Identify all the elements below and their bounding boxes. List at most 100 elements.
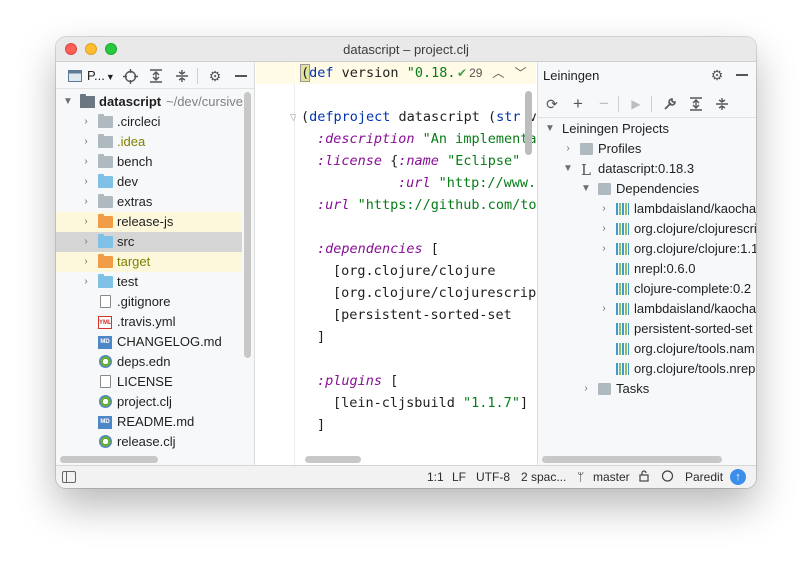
project-tree: ▼ datascript ~/dev/cursive › .circleci ›… [56, 89, 243, 453]
tree-item-bench[interactable]: › bench [56, 152, 242, 172]
chevron-down-icon[interactable]: ▼ [580, 179, 592, 199]
editor-gutter[interactable]: ▽ [256, 62, 297, 465]
chevron-right-icon[interactable]: › [562, 139, 574, 159]
hide-panel-icon[interactable] [232, 67, 250, 85]
refresh-icon[interactable]: ⟳ [543, 95, 561, 113]
tree-item-label: src [117, 234, 135, 249]
lein-item-dependencies[interactable]: ▼ Dependencies [538, 179, 756, 199]
chevron-right-icon[interactable]: › [580, 379, 592, 399]
tree-item-src[interactable]: › src [56, 232, 242, 252]
lein-item-dependency[interactable]: org.clojure/tools.nam [538, 339, 756, 359]
add-icon[interactable]: + [569, 94, 587, 113]
chevron-right-icon[interactable]: › [80, 112, 92, 132]
project-view-icon[interactable] [66, 67, 84, 85]
gear-icon[interactable]: ⚙ [708, 66, 726, 84]
tree-item-label: .idea [117, 134, 146, 149]
chevron-down-icon[interactable]: ▼ [62, 92, 74, 112]
code-token: [ [382, 373, 399, 389]
tree-item-readme[interactable]: MD README.md [56, 412, 242, 432]
chevron-right-icon[interactable]: › [598, 219, 610, 239]
leiningen-panel-title: Leiningen [543, 68, 600, 83]
tree-item-idea[interactable]: › .idea [56, 132, 242, 152]
collapse-all-icon[interactable] [713, 95, 731, 113]
update-icon[interactable]: ↑ [730, 469, 746, 485]
lein-item-tasks[interactable]: › Tasks [538, 379, 756, 399]
locate-icon[interactable] [121, 67, 139, 85]
lein-item-profiles[interactable]: › Profiles [538, 139, 756, 159]
lein-item-dependency[interactable]: persistent-sorted-set [538, 319, 756, 339]
inspection-widget[interactable]: ✔ 29 ︿ ﹀ [453, 62, 536, 84]
lein-item-dependency[interactable]: › org.clojure/clojurescript [538, 219, 756, 239]
file-encoding[interactable]: UTF-8 [476, 470, 510, 484]
gear-icon[interactable]: ⚙ [206, 67, 224, 85]
toggle-tool-windows-icon[interactable] [62, 471, 76, 483]
leiningen-horizontal-scrollbar[interactable] [542, 456, 722, 463]
lein-item-dependency[interactable]: › org.clojure/clojure:1.1 [538, 239, 756, 259]
editor-horizontal-scrollbar[interactable] [305, 456, 361, 463]
tree-item-label: deps.edn [117, 354, 171, 369]
tree-item-label: README.md [117, 414, 195, 429]
tree-item-travis-yml[interactable]: YML .travis.yml [56, 312, 242, 332]
tree-item-release-js[interactable]: › release-js [56, 212, 242, 232]
project-view-selector[interactable]: P...▼ [87, 68, 115, 83]
title-bar: datascript – project.clj [56, 37, 756, 62]
indent-setting[interactable]: 2 spac... [521, 470, 566, 484]
lein-item-label: org.clojure/clojurescript [634, 221, 756, 236]
tree-item-gitignore[interactable]: .gitignore [56, 292, 242, 312]
tree-item-license[interactable]: LICENSE [56, 372, 242, 392]
line-separator[interactable]: LF [452, 470, 466, 484]
editor-vertical-scrollbar[interactable] [525, 91, 532, 155]
chevron-right-icon[interactable]: › [598, 239, 610, 259]
chevron-right-icon[interactable]: › [80, 152, 92, 172]
git-branch[interactable]: master [593, 470, 630, 484]
tree-item-changelog[interactable]: MD CHANGELOG.md [56, 332, 242, 352]
run-icon[interactable]: ▶ [627, 95, 645, 113]
editor-mode[interactable]: Paredit [685, 470, 723, 484]
caret-position[interactable]: 1:1 [427, 470, 444, 484]
ide-window: datascript – project.clj P...▼ ⚙ ▼ datas… [56, 37, 756, 488]
tree-item-project-clj[interactable]: project.clj [56, 392, 242, 412]
speech-bubble-icon[interactable] [661, 470, 674, 485]
tree-item-target[interactable]: › target [56, 252, 242, 272]
lein-item-dependency[interactable]: › lambdaisland/kaocha [538, 199, 756, 219]
chevron-right-icon[interactable]: › [80, 272, 92, 292]
excluded-folder-icon [98, 214, 113, 228]
expand-all-icon[interactable] [687, 95, 705, 113]
project-horizontal-scrollbar[interactable] [60, 456, 158, 463]
chevron-down-icon[interactable]: ▼ [544, 119, 556, 139]
lock-icon[interactable] [639, 470, 649, 485]
chevron-right-icon[interactable]: › [80, 132, 92, 152]
module-folder-icon [80, 94, 95, 108]
project-vertical-scrollbar[interactable] [244, 92, 251, 358]
chevron-up-icon[interactable]: ︿ [492, 66, 504, 80]
tree-item-extras[interactable]: › extras [56, 192, 242, 212]
tree-item-release-clj[interactable]: release.clj [56, 432, 242, 452]
lein-item-datascript[interactable]: ▼ L datascript:0.18.3 [538, 159, 756, 179]
chevron-right-icon[interactable]: › [80, 252, 92, 272]
tree-item-datascript[interactable]: ▼ datascript ~/dev/cursive [56, 92, 243, 112]
hide-panel-icon[interactable] [733, 66, 751, 84]
chevron-down-icon[interactable]: ▼ [562, 159, 574, 179]
chevron-down-icon[interactable]: ﹀ [514, 66, 526, 80]
tree-item-deps-edn[interactable]: deps.edn [56, 352, 242, 372]
tree-item-circleci[interactable]: › .circleci [56, 112, 242, 132]
chevron-right-icon[interactable]: › [80, 172, 92, 192]
lein-item-dependency[interactable]: › lambdaisland/kaocha [538, 299, 756, 319]
tree-item-test[interactable]: › test [56, 272, 242, 292]
collapse-all-icon[interactable] [173, 67, 191, 85]
lein-item-dependency[interactable]: org.clojure/tools.nrep [538, 359, 756, 379]
chevron-right-icon[interactable]: › [80, 212, 92, 232]
tree-item-dev[interactable]: › dev [56, 172, 242, 192]
library-icon [616, 243, 629, 255]
chevron-right-icon[interactable]: › [598, 299, 610, 319]
chevron-right-icon[interactable]: › [80, 192, 92, 212]
chevron-right-icon[interactable]: › [598, 199, 610, 219]
lein-item-dependency[interactable]: nrepl:0.6.0 [538, 259, 756, 279]
remove-icon[interactable]: − [595, 94, 613, 113]
code-editor[interactable]: (def version "0.18. ✔ 29 ︿ ﹀ (defproject da… [296, 62, 536, 465]
lein-item-projects[interactable]: ▼ Leiningen Projects [538, 119, 756, 139]
expand-all-icon[interactable] [147, 67, 165, 85]
lein-item-dependency[interactable]: clojure-complete:0.2 [538, 279, 756, 299]
chevron-right-icon[interactable]: › [80, 232, 92, 252]
wrench-icon[interactable] [661, 95, 679, 113]
